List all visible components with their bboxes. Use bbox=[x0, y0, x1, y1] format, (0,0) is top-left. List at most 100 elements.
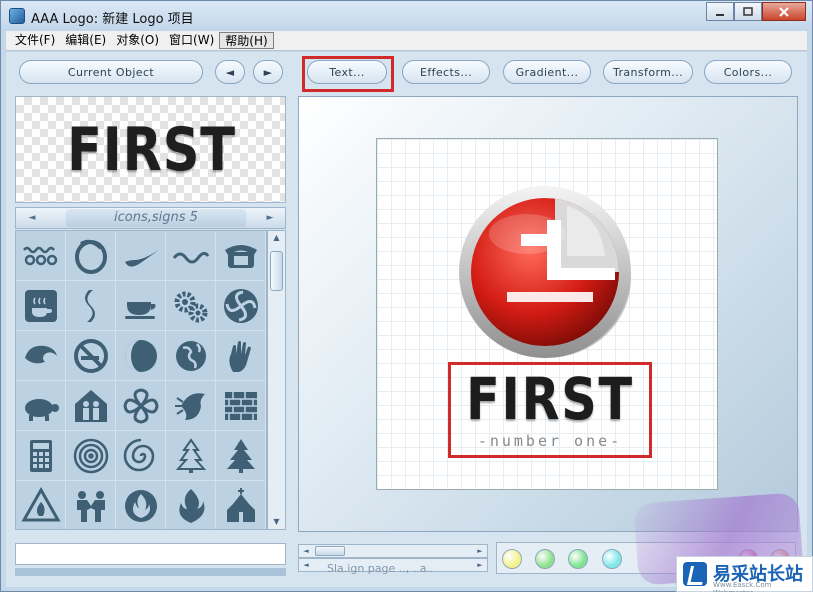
icon-swirl-ring[interactable] bbox=[66, 231, 116, 281]
no-smoking-icon bbox=[73, 338, 108, 373]
icon-grid-scrollbar[interactable]: ▲ ▼ bbox=[267, 230, 286, 530]
icon-swoosh[interactable] bbox=[116, 231, 166, 281]
menu-edit[interactable]: 编辑(E) bbox=[60, 32, 111, 49]
window-title: AAA Logo: 新建 Logo 项目 bbox=[31, 12, 194, 27]
family-house-icon bbox=[74, 389, 107, 422]
handshake-icon bbox=[76, 490, 105, 522]
gradient-button[interactable]: Gradient... bbox=[503, 60, 591, 84]
transform-button[interactable]: Transform... bbox=[603, 60, 693, 84]
prev-object-button[interactable]: ◄ bbox=[215, 60, 245, 84]
icon-pinwheel[interactable] bbox=[216, 281, 266, 331]
minimize-icon bbox=[716, 13, 724, 16]
title-bar[interactable]: AAA Logo: 新建 Logo 项目 bbox=[1, 1, 812, 31]
coffee-cup-icon bbox=[24, 289, 57, 322]
effects-button[interactable]: Effects... bbox=[402, 60, 490, 84]
waves-icon bbox=[22, 246, 57, 265]
warning-icon bbox=[20, 486, 61, 521]
icon-splash-fish[interactable] bbox=[166, 381, 216, 431]
icon-spiral[interactable] bbox=[116, 431, 166, 481]
icon-church[interactable] bbox=[216, 481, 266, 529]
icon-wave-curl[interactable] bbox=[16, 331, 66, 381]
icon-flames[interactable] bbox=[166, 481, 216, 529]
swoosh-icon bbox=[124, 249, 159, 267]
menu-object[interactable]: 对象(O) bbox=[111, 32, 164, 49]
brick-wall-icon bbox=[224, 391, 257, 420]
telephone-icon bbox=[224, 244, 257, 268]
flames-icon bbox=[178, 488, 204, 523]
church-icon bbox=[226, 487, 255, 522]
object-preview: FIRST bbox=[15, 96, 286, 203]
canvas-hscroll[interactable]: ◄ ► bbox=[298, 544, 488, 558]
icon-turtle[interactable] bbox=[16, 381, 66, 431]
moon-icon bbox=[124, 339, 157, 372]
icon-waves-circles[interactable] bbox=[16, 231, 66, 281]
teacup-icon bbox=[124, 301, 155, 319]
minimize-button[interactable] bbox=[706, 2, 734, 21]
hscroll-left-arrow[interactable]: ◄ bbox=[299, 545, 313, 557]
splash-icon bbox=[174, 392, 205, 420]
category-label[interactable]: icons,signs 5 bbox=[66, 209, 246, 227]
icon-christmas-tree[interactable] bbox=[216, 431, 266, 481]
hscroll2-left-arrow[interactable]: ◄ bbox=[299, 559, 313, 571]
swirl-ring-icon bbox=[74, 239, 107, 274]
icon-clover[interactable] bbox=[116, 381, 166, 431]
icon-brick-wall[interactable] bbox=[216, 381, 266, 431]
pinwheel-icon bbox=[223, 288, 258, 323]
logo-emblem-icon[interactable] bbox=[455, 180, 635, 360]
s-curve-icon bbox=[84, 289, 95, 322]
close-button[interactable] bbox=[762, 2, 806, 21]
scroll-up-arrow[interactable]: ▲ bbox=[268, 231, 285, 245]
category-prev-button[interactable]: ◄ bbox=[22, 210, 42, 226]
menu-file[interactable]: 文件(F) bbox=[10, 32, 60, 49]
icon-wave-line[interactable] bbox=[166, 231, 216, 281]
next-object-button[interactable]: ► bbox=[253, 60, 283, 84]
text-button-highlight bbox=[302, 56, 394, 92]
preview-text: FIRST bbox=[67, 115, 236, 185]
icon-target-spiral[interactable] bbox=[66, 431, 116, 481]
icon-calculator[interactable] bbox=[16, 431, 66, 481]
swatch-green[interactable] bbox=[535, 549, 555, 569]
menu-help[interactable]: 帮助(H) bbox=[219, 32, 274, 49]
icon-coffee-cup[interactable] bbox=[16, 281, 66, 331]
scroll-thumb[interactable] bbox=[270, 251, 283, 291]
icon-handshake-people[interactable] bbox=[66, 481, 116, 529]
object-name-field[interactable] bbox=[15, 543, 286, 565]
hscroll2-right-arrow[interactable]: ► bbox=[473, 559, 487, 571]
site-watermark: 易采站长站 Www.Easck.Com Webmaster bbox=[676, 556, 813, 592]
icon-handprint[interactable] bbox=[216, 331, 266, 381]
gears-icon bbox=[174, 291, 207, 322]
icon-warning-fire[interactable] bbox=[16, 481, 66, 529]
icon-telephone[interactable] bbox=[216, 231, 266, 281]
swatch-yellow[interactable] bbox=[502, 549, 522, 569]
handprint-icon bbox=[228, 340, 251, 372]
icon-christmas-tree-outline[interactable] bbox=[166, 431, 216, 481]
swatch-green-2[interactable] bbox=[568, 549, 588, 569]
icon-teacup[interactable] bbox=[116, 281, 166, 331]
colors-button[interactable]: Colors... bbox=[704, 60, 792, 84]
logo-text-highlight bbox=[448, 362, 652, 458]
icon-family-house[interactable] bbox=[66, 381, 116, 431]
scroll-down-arrow[interactable]: ▼ bbox=[268, 515, 285, 529]
maximize-button[interactable] bbox=[734, 2, 762, 21]
icon-s-curve[interactable] bbox=[66, 281, 116, 331]
tree-icon bbox=[226, 438, 255, 473]
turtle-icon bbox=[24, 398, 59, 421]
calculator-icon bbox=[29, 439, 52, 472]
globe-icon bbox=[175, 340, 206, 371]
icon-gears[interactable] bbox=[166, 281, 216, 331]
hscroll-thumb[interactable] bbox=[315, 546, 345, 556]
icon-fire-circle[interactable] bbox=[116, 481, 166, 529]
hscroll-right-arrow[interactable]: ► bbox=[473, 545, 487, 557]
menu-window[interactable]: 窗口(W) bbox=[164, 32, 219, 49]
current-object-button[interactable]: Current Object bbox=[19, 60, 203, 84]
wave-curl-icon bbox=[24, 345, 57, 363]
icon-library-grid bbox=[15, 230, 267, 530]
watermark-url: Www.Easck.Com Webmaster bbox=[713, 581, 772, 592]
icon-no-smoking[interactable] bbox=[66, 331, 116, 381]
icon-globe[interactable] bbox=[166, 331, 216, 381]
spiral-icon bbox=[123, 438, 154, 471]
category-next-button[interactable]: ► bbox=[260, 210, 280, 226]
fire-circle-icon bbox=[124, 489, 157, 522]
swatch-cyan[interactable] bbox=[602, 549, 622, 569]
icon-moon-phase[interactable] bbox=[116, 331, 166, 381]
